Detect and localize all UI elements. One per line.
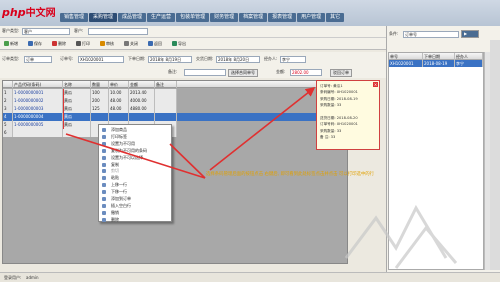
- status-user: admin: [26, 275, 39, 280]
- watermark: [344, 204, 458, 269]
- arrow-to-card: [209, 87, 316, 171]
- status-bar: 登录用户: admin: [0, 272, 500, 282]
- annotation-text: 选择条码管理后面的按钮点击 右键后, 即可看到此处标签点击并点击 可以打印选中的…: [206, 172, 375, 177]
- arrow-from-row: [65, 133, 206, 179]
- status-user-label: 登录用户:: [4, 275, 22, 280]
